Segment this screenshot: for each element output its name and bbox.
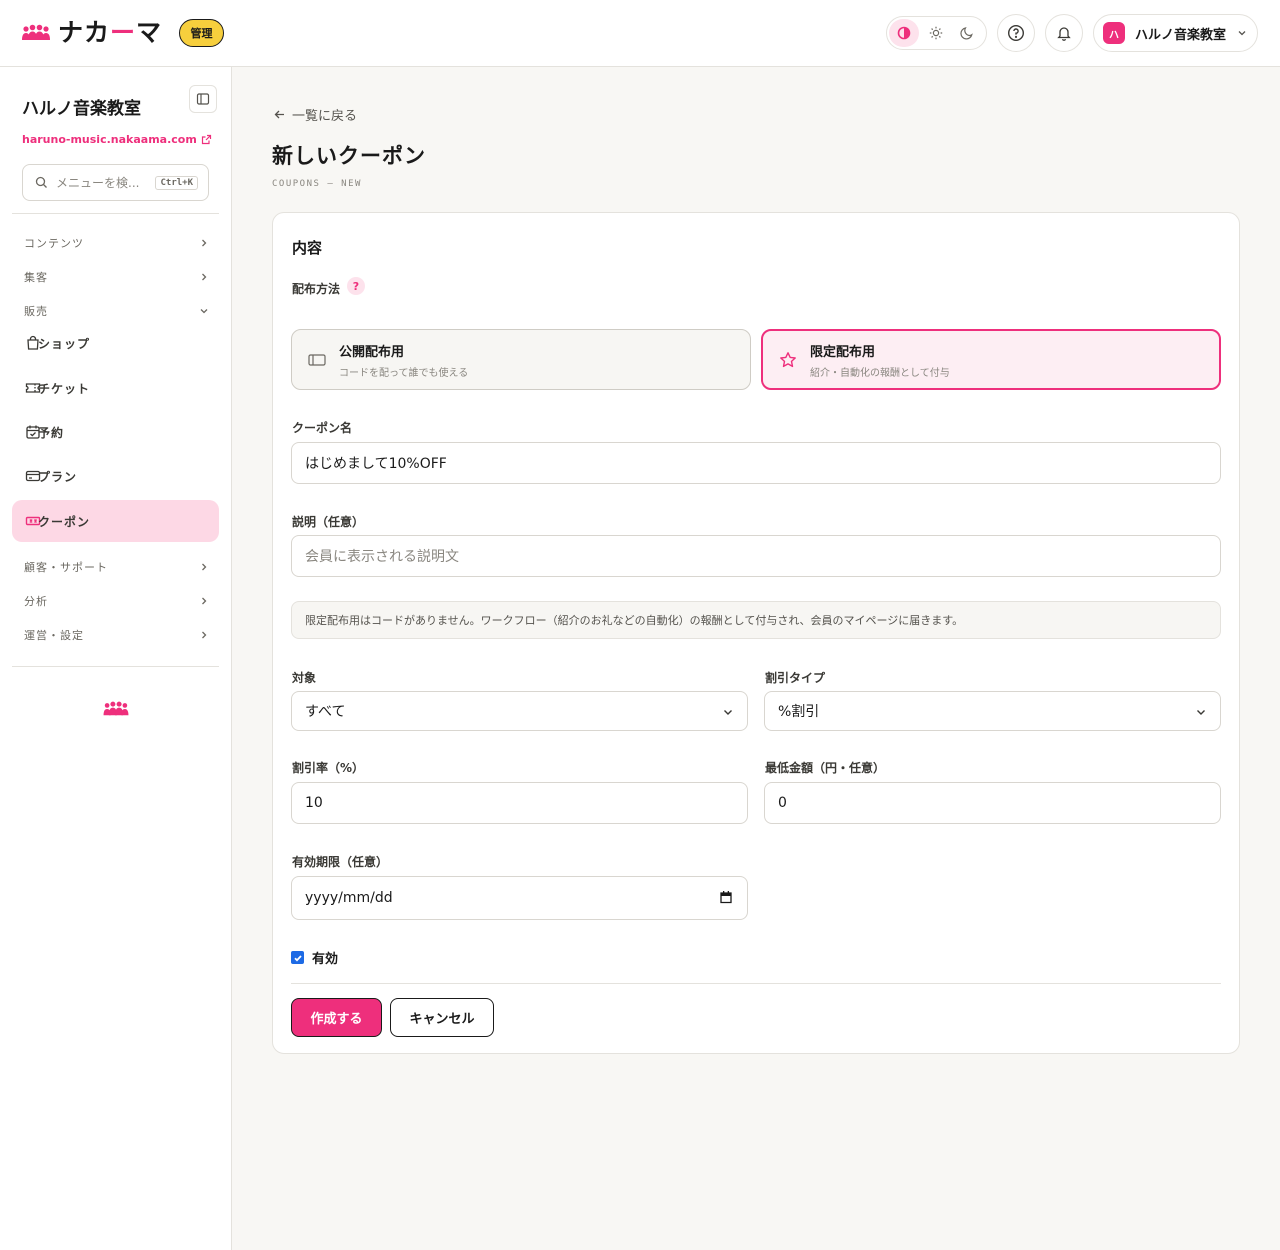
bell-icon bbox=[1057, 27, 1071, 41]
top-bar: ナカーマ 管理 ハ ハルノ音楽教室 bbox=[0, 0, 1280, 67]
external-link-icon bbox=[201, 134, 211, 145]
sidebar-item-ticket[interactable]: チケット bbox=[12, 367, 219, 409]
section-operations[interactable]: 運営・設定 bbox=[24, 627, 209, 643]
distribution-label: 配布方法 bbox=[292, 282, 341, 296]
minimum-amount-input[interactable]: 0 bbox=[764, 782, 1221, 824]
notifications-button[interactable] bbox=[1045, 14, 1083, 52]
option-title: 限定配布用 bbox=[810, 344, 876, 360]
divider bbox=[291, 983, 1221, 984]
section-marketing[interactable]: 集客 bbox=[24, 269, 209, 285]
coupon-form-card: 内容 配布方法 ? 公開配布用 コードを配って誰でも使える 限定配布用 紹介・自… bbox=[272, 212, 1240, 1054]
search-placeholder: メニューを検... bbox=[56, 176, 140, 190]
chevron-down-icon bbox=[724, 710, 732, 715]
moon-icon[interactable] bbox=[952, 19, 982, 47]
arrow-left-icon bbox=[274, 110, 284, 119]
help-icon bbox=[1007, 24, 1025, 42]
chevron-right-icon bbox=[202, 563, 207, 571]
chevron-right-icon bbox=[202, 239, 207, 247]
section-content[interactable]: コンテンツ bbox=[24, 235, 209, 251]
avatar: ハ bbox=[1103, 22, 1125, 44]
org-site-link[interactable]: haruno-music.nakaama.com bbox=[22, 133, 212, 146]
option-title: 公開配布用 bbox=[339, 344, 405, 360]
menu-search-input[interactable]: メニューを検... Ctrl+K bbox=[22, 164, 209, 201]
option-description: コードを配って誰でも使える bbox=[339, 367, 469, 379]
distribution-limited-option[interactable]: 限定配布用 紹介・自動化の報酬として付与 bbox=[761, 329, 1221, 390]
admin-badge: 管理 bbox=[179, 19, 224, 47]
target-label: 対象 bbox=[292, 671, 317, 685]
brand-name: ナカーマ bbox=[58, 18, 163, 47]
divider bbox=[12, 213, 219, 214]
sun-icon[interactable] bbox=[921, 19, 951, 47]
help-button[interactable] bbox=[997, 14, 1035, 52]
people-group-icon bbox=[22, 24, 50, 40]
description-label: 説明（任意） bbox=[292, 515, 365, 529]
sidebar-item-plan[interactable]: プラン bbox=[12, 455, 219, 497]
target-select[interactable]: すべて bbox=[291, 691, 748, 731]
chevron-down-icon bbox=[1197, 710, 1205, 715]
keyboard-shortcut: Ctrl+K bbox=[155, 176, 198, 190]
expiry-label: 有効期限（任意） bbox=[292, 855, 389, 869]
divider bbox=[12, 666, 219, 667]
option-description: 紹介・自動化の報酬として付与 bbox=[810, 367, 950, 379]
star-icon bbox=[780, 351, 796, 367]
people-group-icon bbox=[103, 701, 129, 716]
sidebar-item-coupon[interactable]: クーポン bbox=[12, 500, 219, 542]
chevron-down-icon bbox=[200, 309, 208, 314]
cancel-button[interactable]: キャンセル bbox=[390, 998, 494, 1037]
description-input[interactable]: 会員に表示される説明文 bbox=[291, 535, 1221, 577]
info-notice: 限定配布用はコードがありません。ワークフロー（紹介のお礼などの自動化）の報酬とし… bbox=[291, 601, 1221, 639]
card-icon bbox=[308, 353, 326, 366]
discount-type-label: 割引タイプ bbox=[765, 671, 826, 685]
chevron-right-icon bbox=[202, 597, 207, 605]
chevron-right-icon bbox=[202, 273, 207, 281]
sidebar-item-booking[interactable]: 予約 bbox=[12, 411, 219, 453]
card-title: 内容 bbox=[292, 239, 323, 257]
active-checkbox-row[interactable]: 有効 bbox=[291, 948, 338, 967]
chevron-right-icon bbox=[202, 631, 207, 639]
help-icon[interactable]: ? bbox=[347, 277, 365, 295]
section-sales[interactable]: 販売 bbox=[24, 303, 209, 319]
chevron-down-icon bbox=[1238, 31, 1246, 36]
collapse-sidebar-button[interactable] bbox=[189, 85, 217, 113]
minimum-amount-label: 最低金額（円・任意） bbox=[765, 761, 886, 775]
org-name: ハルノ音楽教室 bbox=[22, 99, 141, 119]
calendar-icon[interactable] bbox=[719, 890, 733, 904]
create-button[interactable]: 作成する bbox=[291, 998, 382, 1037]
contrast-icon[interactable] bbox=[889, 19, 919, 47]
active-label: 有効 bbox=[312, 952, 339, 967]
sidebar: ハルノ音楽教室 haruno-music.nakaama.com メニューを検.… bbox=[0, 67, 232, 1250]
sidebar-toggle-icon bbox=[196, 93, 210, 105]
coupon-name-label: クーポン名 bbox=[292, 421, 353, 435]
account-menu-button[interactable]: ハ ハルノ音楽教室 bbox=[1093, 14, 1258, 52]
page-subtitle: COUPONS — NEW bbox=[272, 179, 362, 189]
active-checkbox[interactable] bbox=[291, 951, 304, 964]
section-analytics[interactable]: 分析 bbox=[24, 593, 209, 609]
page-title: 新しいクーポン bbox=[272, 144, 426, 168]
coupon-name-input[interactable]: はじめまして10%OFF bbox=[291, 442, 1221, 484]
discount-rate-label: 割引率（%） bbox=[292, 761, 365, 775]
brand-logo[interactable]: ナカーマ bbox=[22, 18, 162, 48]
expiry-date-input[interactable]: yyyy/mm/dd bbox=[291, 876, 748, 920]
search-icon bbox=[35, 176, 47, 188]
theme-toggle[interactable] bbox=[886, 16, 987, 50]
sidebar-item-shop[interactable]: ショップ bbox=[12, 322, 219, 364]
back-to-list-link[interactable]: 一覧に戻る bbox=[273, 105, 357, 124]
account-name: ハルノ音楽教室 bbox=[1135, 27, 1227, 43]
discount-type-select[interactable]: %割引 bbox=[764, 691, 1221, 731]
checkmark-icon bbox=[293, 954, 302, 961]
section-customers[interactable]: 顧客・サポート bbox=[24, 559, 209, 575]
distribution-public-option[interactable]: 公開配布用 コードを配って誰でも使える bbox=[291, 329, 751, 390]
discount-rate-input[interactable]: 10 bbox=[291, 782, 748, 824]
